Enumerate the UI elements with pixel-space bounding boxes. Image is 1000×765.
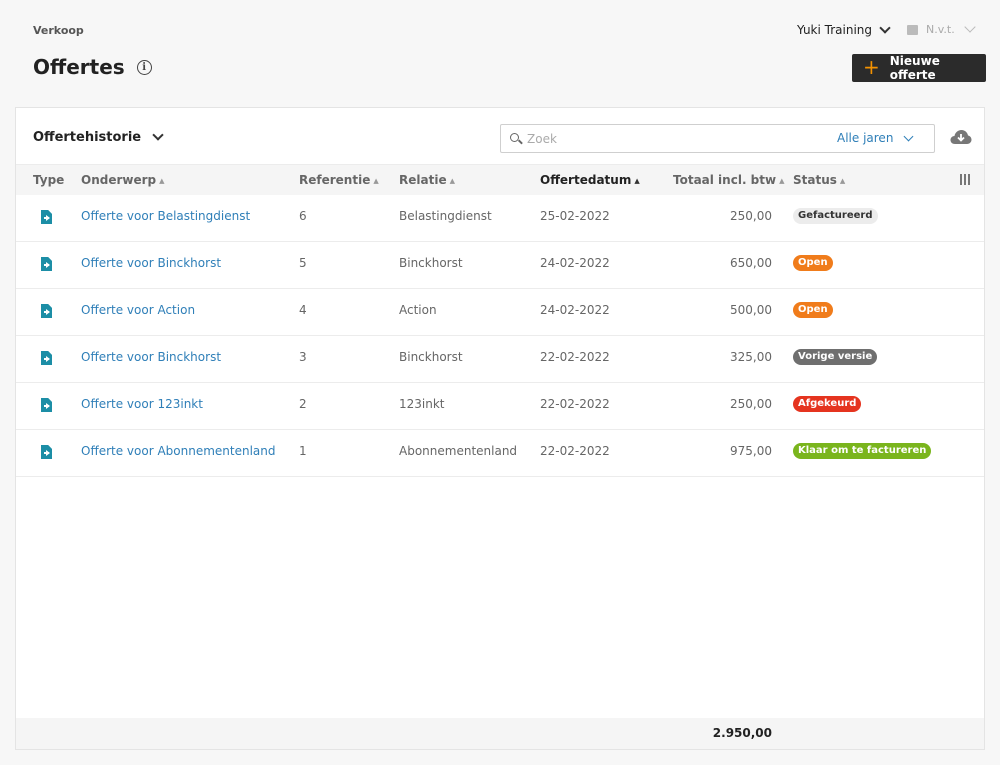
table-row[interactable]: Offerte voor 123inkt 2 123inkt 22-02-202… bbox=[16, 383, 984, 430]
quote-total: 250,00 bbox=[730, 397, 772, 411]
quote-relation: 123inkt bbox=[399, 397, 445, 411]
column-referentie-label: Referentie bbox=[299, 173, 371, 187]
quote-relation: Abonnementenland bbox=[399, 444, 518, 458]
quote-reference: 2 bbox=[299, 397, 307, 411]
quote-date: 25-02-2022 bbox=[540, 209, 610, 223]
column-referentie[interactable]: Referentie ▲ bbox=[299, 173, 379, 187]
column-relatie-label: Relatie bbox=[399, 173, 447, 187]
quote-document-icon bbox=[41, 210, 52, 224]
columns-icon[interactable] bbox=[960, 174, 970, 185]
quote-total: 325,00 bbox=[730, 350, 772, 364]
quote-document-icon bbox=[41, 398, 52, 412]
quote-date: 22-02-2022 bbox=[540, 350, 610, 364]
column-onderwerp-label: Onderwerp bbox=[81, 173, 157, 187]
table-row[interactable]: Offerte voor Binckhorst 5 Binckhorst 24-… bbox=[16, 242, 984, 289]
quote-relation: Belastingdienst bbox=[399, 209, 492, 223]
sort-icon: ▲ bbox=[373, 177, 379, 185]
quote-total: 650,00 bbox=[730, 256, 772, 270]
organization-selector[interactable]: Yuki Training bbox=[797, 21, 891, 37]
sort-icon: ▲ bbox=[449, 177, 455, 185]
quote-reference: 1 bbox=[299, 444, 307, 458]
plus-icon: + bbox=[863, 55, 880, 79]
quote-document-icon bbox=[41, 304, 52, 318]
sort-asc-icon: ▲ bbox=[634, 177, 640, 185]
cloud-download-icon[interactable] bbox=[950, 129, 972, 145]
chevron-down-icon bbox=[152, 129, 164, 141]
status-badge: Afgekeurd bbox=[793, 396, 862, 412]
column-onderwerp[interactable]: Onderwerp ▲ bbox=[81, 173, 165, 187]
column-totaal-label: Totaal incl. btw bbox=[673, 173, 777, 187]
year-filter[interactable]: Alle jaren bbox=[837, 131, 914, 145]
quotes-table-body: Offerte voor Belastingdienst 6 Belasting… bbox=[16, 195, 984, 477]
period-label: N.v.t. bbox=[926, 23, 955, 36]
page-header: Verkoop Offertes i Yuki Training N.v.t. … bbox=[0, 0, 1000, 100]
new-quote-button[interactable]: + Nieuwe offerte bbox=[852, 54, 986, 82]
quote-reference: 5 bbox=[299, 256, 307, 270]
quote-subject-link[interactable]: Offerte voor 123inkt bbox=[81, 397, 203, 411]
table-row[interactable]: Offerte voor Action 4 Action 24-02-2022 … bbox=[16, 289, 984, 336]
quote-relation: Binckhorst bbox=[399, 350, 463, 364]
quote-subject-link[interactable]: Offerte voor Binckhorst bbox=[81, 350, 221, 364]
quote-date: 24-02-2022 bbox=[540, 256, 610, 270]
title-wrap: Offertes i bbox=[33, 55, 152, 79]
quote-relation: Binckhorst bbox=[399, 256, 463, 270]
sort-icon: ▲ bbox=[839, 177, 846, 185]
status-badge: Open bbox=[793, 255, 833, 271]
chevron-down-icon bbox=[879, 21, 891, 34]
status-badge: Vorige versie bbox=[793, 349, 878, 365]
quote-total: 975,00 bbox=[730, 444, 772, 458]
column-offertedatum[interactable]: Offertedatum ▲ bbox=[540, 173, 640, 187]
quote-total: 250,00 bbox=[730, 209, 772, 223]
quote-date: 24-02-2022 bbox=[540, 303, 610, 317]
search-input[interactable] bbox=[527, 130, 807, 148]
column-status[interactable]: Status ▲ bbox=[793, 173, 845, 187]
search-icon bbox=[510, 133, 519, 142]
status-badge: Open bbox=[793, 302, 833, 318]
column-relatie[interactable]: Relatie ▲ bbox=[399, 173, 455, 187]
view-selector[interactable]: Offertehistorie bbox=[33, 129, 164, 145]
quote-subject-link[interactable]: Offerte voor Belastingdienst bbox=[81, 209, 250, 223]
table-row[interactable]: Offerte voor Belastingdienst 6 Belasting… bbox=[16, 195, 984, 242]
sort-icon: ▲ bbox=[779, 177, 785, 185]
table-row[interactable]: Offerte voor Binckhorst 3 Binckhorst 22-… bbox=[16, 336, 984, 383]
panel-toolbar: Offertehistorie Alle jaren bbox=[16, 108, 984, 164]
column-totaal[interactable]: Totaal incl. btw ▲ bbox=[673, 173, 784, 187]
search-box: Alle jaren bbox=[500, 124, 935, 153]
quote-relation: Action bbox=[399, 303, 437, 317]
quote-subject-link[interactable]: Offerte voor Binckhorst bbox=[81, 256, 221, 270]
quote-subject-link[interactable]: Offerte voor Abonnementenland bbox=[81, 444, 276, 458]
column-offertedatum-label: Offertedatum bbox=[540, 173, 632, 187]
status-badge: Klaar om te factureren bbox=[793, 443, 932, 459]
view-selector-label: Offertehistorie bbox=[33, 130, 142, 145]
chevron-down-icon bbox=[964, 21, 976, 33]
column-status-label: Status bbox=[793, 173, 837, 187]
info-icon[interactable]: i bbox=[136, 59, 152, 75]
quote-document-icon bbox=[41, 351, 52, 365]
chevron-down-icon bbox=[903, 131, 914, 141]
column-type: Type bbox=[33, 173, 65, 187]
quote-document-icon bbox=[41, 445, 52, 459]
grand-total: 2.950,00 bbox=[712, 726, 772, 740]
period-selector[interactable]: N.v.t. bbox=[907, 21, 976, 36]
quote-reference: 4 bbox=[299, 303, 307, 317]
quote-document-icon bbox=[41, 257, 52, 271]
sort-icon: ▲ bbox=[159, 177, 165, 185]
organization-label: Yuki Training bbox=[797, 23, 873, 37]
breadcrumb[interactable]: Verkoop bbox=[33, 24, 84, 37]
calendar-icon bbox=[907, 24, 918, 35]
table-row[interactable]: Offerte voor Abonnementenland 1 Abonneme… bbox=[16, 430, 984, 477]
year-filter-label: Alle jaren bbox=[837, 131, 894, 145]
quote-subject-link[interactable]: Offerte voor Action bbox=[81, 303, 195, 317]
status-badge: Gefactureerd bbox=[793, 208, 878, 224]
new-quote-label: Nieuwe offerte bbox=[889, 54, 940, 82]
table-header: Type Onderwerp ▲ Referentie ▲ Relatie ▲ Off… bbox=[16, 164, 984, 195]
quote-date: 22-02-2022 bbox=[540, 397, 610, 411]
quotes-panel: Offertehistorie Alle jaren Type Onderwer… bbox=[15, 107, 985, 750]
quote-total: 500,00 bbox=[730, 303, 772, 317]
quote-reference: 3 bbox=[299, 350, 307, 364]
table-footer: 2.950,00 bbox=[16, 718, 984, 749]
quote-date: 22-02-2022 bbox=[540, 444, 610, 458]
quote-reference: 6 bbox=[299, 209, 307, 223]
page-title: Offertes bbox=[33, 55, 125, 79]
